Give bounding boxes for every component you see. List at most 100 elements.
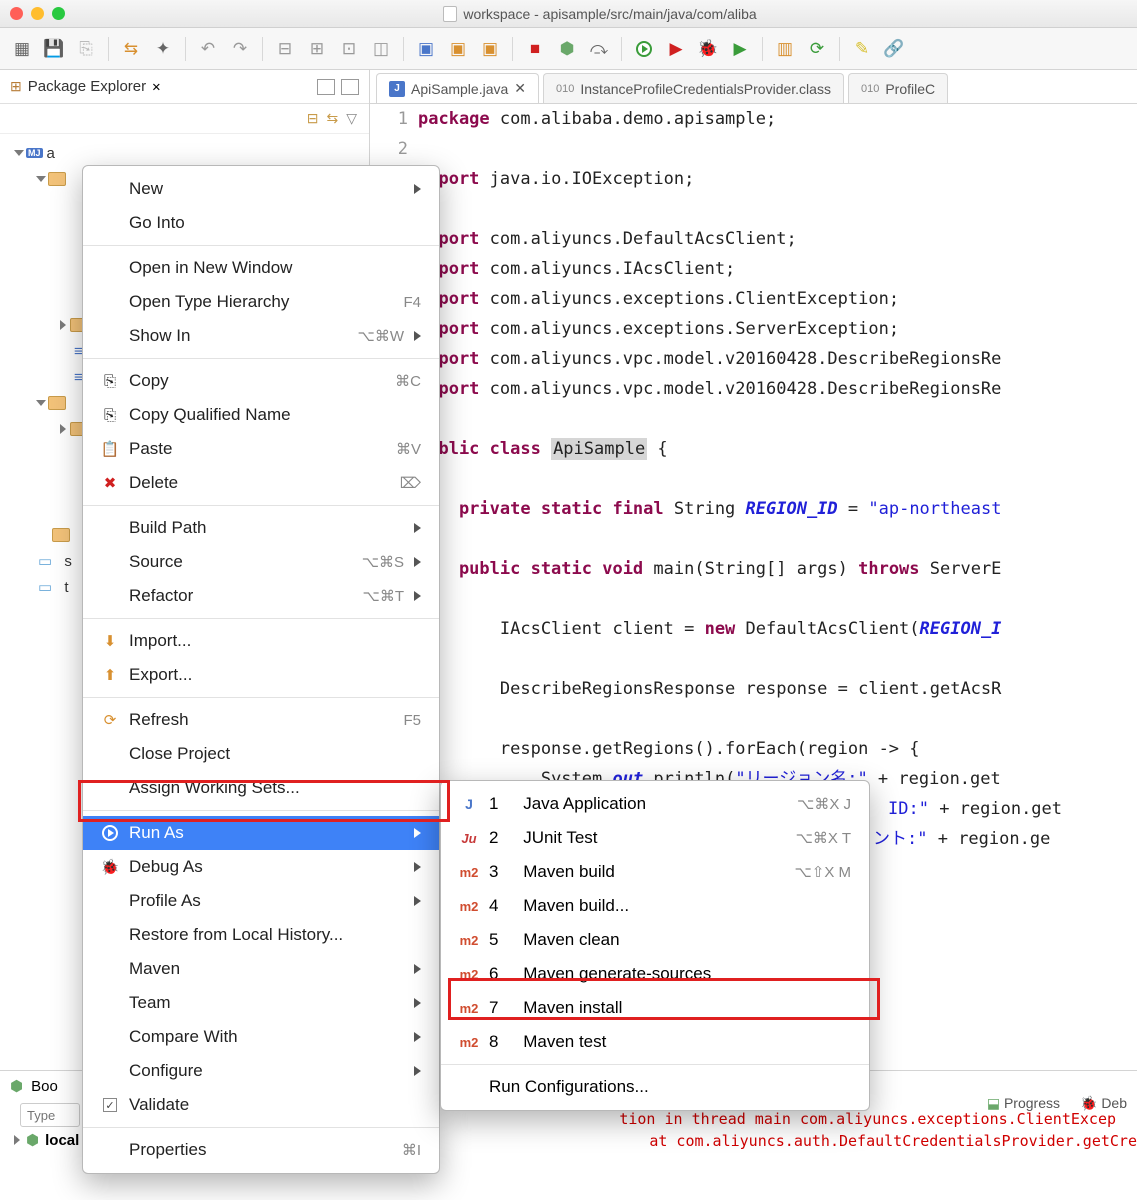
context-menu: New Go Into Open in New Window Open Type… bbox=[82, 165, 440, 1174]
menu-close-project[interactable]: Close Project bbox=[83, 737, 439, 771]
menu-paste[interactable]: 📋Paste⌘V bbox=[83, 432, 439, 466]
submenu-maven-install[interactable]: m27 Maven install bbox=[441, 991, 869, 1025]
redo-button[interactable]: ↷ bbox=[226, 35, 254, 63]
editor-tabs: JApiSample.java✕ 010InstanceProfileCrede… bbox=[370, 70, 1137, 104]
play-icon bbox=[636, 41, 652, 57]
collapse-all-button[interactable]: ⊟ bbox=[307, 110, 319, 127]
menu-source[interactable]: Source⌥⌘S bbox=[83, 545, 439, 579]
menu-build-path[interactable]: Build Path bbox=[83, 511, 439, 545]
minimize-window-button[interactable] bbox=[31, 7, 44, 20]
boot-tab-label[interactable]: Boo bbox=[31, 1078, 58, 1095]
submenu-arrow-icon bbox=[414, 557, 421, 567]
type-filter-input[interactable] bbox=[20, 1103, 80, 1127]
tb-a[interactable]: ⊟ bbox=[271, 35, 299, 63]
menu-debug-as[interactable]: 🐞Debug As bbox=[83, 850, 439, 884]
refresh-icon: ⟳ bbox=[101, 711, 119, 729]
wand-button[interactable]: ✦ bbox=[149, 35, 177, 63]
import-icon: ⬇ bbox=[101, 632, 119, 650]
menu-go-into[interactable]: Go Into bbox=[83, 206, 439, 240]
new-button[interactable]: ▦ bbox=[8, 35, 36, 63]
link-editor-button[interactable]: ⇆ bbox=[326, 110, 338, 127]
menu-new[interactable]: New bbox=[83, 172, 439, 206]
menu-compare[interactable]: Compare With bbox=[83, 1020, 439, 1054]
submenu-junit-test[interactable]: Ju2 JUnit Test⌥⌘X T bbox=[441, 821, 869, 855]
switch-button[interactable]: ⇆ bbox=[117, 35, 145, 63]
run-button[interactable] bbox=[630, 35, 658, 63]
document-icon bbox=[443, 6, 457, 22]
menu-open-hierarchy[interactable]: Open Type HierarchyF4 bbox=[83, 285, 439, 319]
tb-c[interactable]: ⊡ bbox=[335, 35, 363, 63]
ext-tools-button[interactable]: ▶ bbox=[726, 35, 754, 63]
submenu-arrow-icon bbox=[414, 1066, 421, 1076]
undo-button[interactable]: ↶ bbox=[194, 35, 222, 63]
bug-icon: 🐞 bbox=[101, 858, 119, 876]
submenu-maven-clean[interactable]: m25 Maven clean bbox=[441, 923, 869, 957]
menu-export[interactable]: ⬆Export... bbox=[83, 658, 439, 692]
paste-icon: 📋 bbox=[101, 440, 119, 458]
java-file-icon: J bbox=[389, 81, 405, 97]
menu-import[interactable]: ⬇Import... bbox=[83, 624, 439, 658]
folder-icon bbox=[52, 528, 70, 542]
tb-pkg-b[interactable]: ▣ bbox=[444, 35, 472, 63]
close-window-button[interactable] bbox=[10, 7, 23, 20]
menu-configure[interactable]: Configure bbox=[83, 1054, 439, 1088]
menu-restore[interactable]: Restore from Local History... bbox=[83, 918, 439, 952]
menu-validate[interactable]: ✓Validate bbox=[83, 1088, 439, 1122]
tb-link[interactable]: 🔗 bbox=[880, 35, 908, 63]
menu-assign-ws[interactable]: Assign Working Sets... bbox=[83, 771, 439, 805]
submenu-run-configurations[interactable]: Run Configurations... bbox=[441, 1070, 869, 1104]
submenu-maven-generate[interactable]: m26 Maven generate-sources bbox=[441, 957, 869, 991]
boot-button[interactable]: ⬢ bbox=[553, 35, 581, 63]
submenu-maven-build-dots[interactable]: m24 Maven build... bbox=[441, 889, 869, 923]
menu-profile-as[interactable]: Profile As bbox=[83, 884, 439, 918]
maximize-view-button[interactable] bbox=[341, 79, 359, 95]
save-button[interactable]: 💾 bbox=[40, 35, 68, 63]
menu-refactor[interactable]: Refactor⌥⌘T bbox=[83, 579, 439, 613]
menu-refresh[interactable]: ⟳RefreshF5 bbox=[83, 703, 439, 737]
menu-show-in[interactable]: Show In⌥⌘W bbox=[83, 319, 439, 353]
maven-icon: m2 bbox=[460, 933, 479, 948]
tab-profilec[interactable]: 010ProfileC bbox=[848, 73, 948, 103]
tb-highlight[interactable]: ✎ bbox=[848, 35, 876, 63]
close-view-button[interactable]: ✕ bbox=[152, 79, 160, 95]
tb-pkg-c[interactable]: ▣ bbox=[476, 35, 504, 63]
stop-button[interactable]: ■ bbox=[521, 35, 549, 63]
window-controls bbox=[10, 7, 65, 20]
menu-copy[interactable]: ⎘Copy⌘C bbox=[83, 364, 439, 398]
local-node[interactable]: local bbox=[45, 1132, 79, 1149]
submenu-arrow-icon bbox=[414, 1032, 421, 1042]
submenu-maven-test[interactable]: m28 Maven test bbox=[441, 1025, 869, 1059]
maximize-window-button[interactable] bbox=[52, 7, 65, 20]
close-tab-icon[interactable]: ✕ bbox=[514, 80, 526, 97]
tb-d[interactable]: ◫ bbox=[367, 35, 395, 63]
tb-b[interactable]: ⊞ bbox=[303, 35, 331, 63]
code-body[interactable]: package com.alibaba.demo.apisample; impo… bbox=[418, 104, 1137, 854]
refresh-button[interactable]: ⟳ bbox=[803, 35, 831, 63]
submenu-java-application[interactable]: J1 Java Application⌥⌘X J bbox=[441, 787, 869, 821]
tab-instanceprofile[interactable]: 010InstanceProfileCredentialsProvider.cl… bbox=[543, 73, 844, 103]
menu-properties[interactable]: Properties⌘I bbox=[83, 1133, 439, 1167]
menu-team[interactable]: Team bbox=[83, 986, 439, 1020]
menu-maven[interactable]: Maven bbox=[83, 952, 439, 986]
spring-icon: ⬢ bbox=[26, 1131, 39, 1149]
view-menu-button[interactable]: ▽ bbox=[346, 110, 357, 127]
submenu-arrow-icon bbox=[414, 184, 421, 194]
menu-run-as[interactable]: Run As bbox=[83, 816, 439, 850]
boot-dashboard-icon: ⬢ bbox=[10, 1077, 23, 1095]
debug-button[interactable]: 🐞 bbox=[694, 35, 722, 63]
tab-apisample[interactable]: JApiSample.java✕ bbox=[376, 73, 539, 103]
tb-box[interactable]: ▥ bbox=[771, 35, 799, 63]
coverage-button[interactable]: ▶ bbox=[662, 35, 690, 63]
folder-icon bbox=[48, 396, 66, 410]
junit-icon: Ju bbox=[461, 831, 476, 846]
save-all-button[interactable]: ⎘ bbox=[72, 35, 100, 63]
maven-icon: m2 bbox=[460, 1035, 479, 1050]
copy-icon: ⎘ bbox=[101, 372, 119, 390]
submenu-maven-build[interactable]: m23 Maven build⌥⇧X M bbox=[441, 855, 869, 889]
menu-copy-qualified[interactable]: ⎘Copy Qualified Name bbox=[83, 398, 439, 432]
skip-button[interactable]: ⤼ bbox=[585, 35, 613, 63]
tb-pkg-a[interactable]: ▣ bbox=[412, 35, 440, 63]
menu-open-window[interactable]: Open in New Window bbox=[83, 251, 439, 285]
menu-delete[interactable]: ✖Delete⌦ bbox=[83, 466, 439, 500]
minimize-view-button[interactable] bbox=[317, 79, 335, 95]
